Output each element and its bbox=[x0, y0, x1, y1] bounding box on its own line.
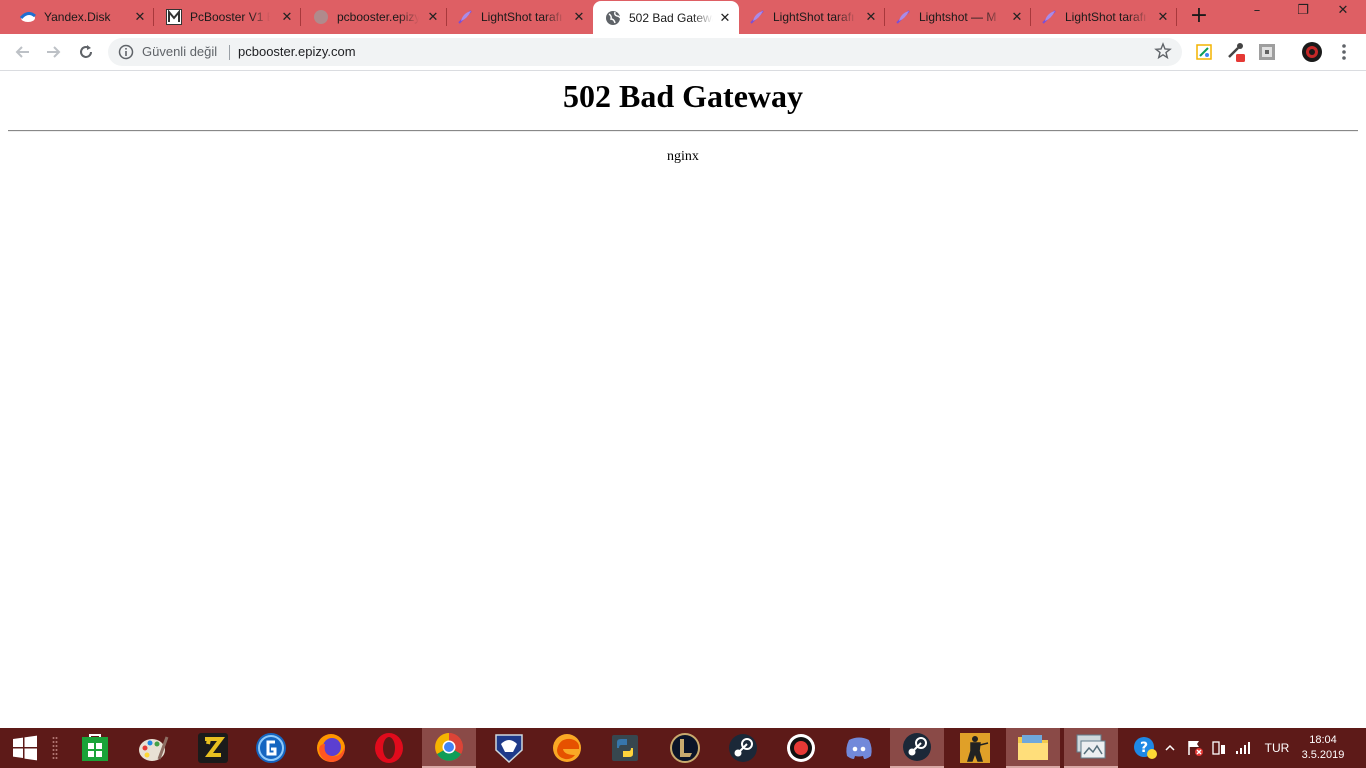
python-icon[interactable] bbox=[598, 728, 652, 768]
tab-pcbooster-mega[interactable]: PcBooster V1 B ✕ bbox=[154, 0, 301, 34]
extension-screenshot-icon[interactable] bbox=[1257, 42, 1277, 62]
url-text[interactable]: pcbooster.epizy.com bbox=[238, 44, 356, 59]
tab-title: LightShot tarafı bbox=[481, 10, 563, 24]
yandex-disk-icon bbox=[20, 9, 36, 25]
tab-title: LightShot tarafı bbox=[1065, 10, 1147, 24]
tab-title: Lightshot — M bbox=[919, 10, 997, 24]
task-view-grip[interactable] bbox=[48, 728, 62, 768]
page-content: 502 Bad Gateway nginx bbox=[0, 71, 1366, 728]
close-tab-icon[interactable]: ✕ bbox=[571, 9, 587, 25]
extension-eyedropper-icon[interactable] bbox=[1226, 42, 1246, 62]
microsoft-store-icon[interactable] bbox=[68, 728, 122, 768]
show-hidden-icons-chevron-icon[interactable] bbox=[1162, 728, 1178, 768]
tab-title: 502 Bad Gatewa bbox=[629, 10, 713, 25]
m-logo-icon bbox=[166, 9, 182, 25]
input-language[interactable]: TUR bbox=[1258, 728, 1296, 768]
back-button[interactable] bbox=[10, 40, 34, 64]
svg-text:?: ? bbox=[1140, 740, 1148, 756]
extension-translate-icon[interactable] bbox=[1194, 42, 1214, 62]
reload-icon bbox=[80, 45, 92, 58]
tab-lightshot-1[interactable]: LightShot tarafı ✕ bbox=[447, 0, 593, 34]
network-error-flag-icon[interactable] bbox=[1184, 728, 1206, 768]
tab-title: pcbooster.epizy bbox=[337, 10, 419, 24]
battery-plug-icon[interactable] bbox=[1208, 728, 1230, 768]
minimize-button[interactable]: – bbox=[1234, 0, 1280, 20]
address-bar[interactable]: Güvenli değil pcbooster.epizy.com bbox=[108, 38, 1182, 66]
reload-button[interactable] bbox=[74, 40, 98, 64]
chrome-icon[interactable] bbox=[422, 728, 476, 768]
recorder-icon[interactable] bbox=[774, 728, 828, 768]
back-arrow-icon bbox=[15, 46, 29, 58]
page-title: 502 Bad Gateway bbox=[563, 78, 803, 114]
steam-active-icon[interactable] bbox=[890, 728, 944, 768]
clock-time: 18:04 bbox=[1309, 734, 1337, 746]
discord-icon[interactable] bbox=[832, 728, 886, 768]
close-tab-icon[interactable]: ✕ bbox=[863, 9, 879, 25]
close-tab-icon[interactable]: ✕ bbox=[717, 10, 733, 26]
wifi-signal-icon[interactable] bbox=[1232, 728, 1254, 768]
firefox-icon[interactable] bbox=[304, 728, 358, 768]
server-name: nginx bbox=[667, 149, 699, 164]
tab-lightshot-4[interactable]: LightShot tarafı ✕ bbox=[1031, 0, 1177, 34]
file-explorer-icon[interactable] bbox=[1006, 728, 1060, 768]
close-tab-icon[interactable]: ✕ bbox=[1155, 9, 1171, 25]
feather-icon bbox=[895, 9, 911, 25]
tab-pcbooster-site[interactable]: pcbooster.epizy ✕ bbox=[301, 0, 447, 34]
remote-desktop-icon[interactable] bbox=[1064, 728, 1118, 768]
help-icon[interactable]: ? bbox=[1130, 728, 1160, 768]
tab-lightshot-2[interactable]: LightShot tarafı ✕ bbox=[739, 0, 885, 34]
security-status[interactable]: Güvenli değil bbox=[142, 44, 217, 59]
counter-strike-icon[interactable] bbox=[948, 728, 1002, 768]
feather-icon bbox=[749, 9, 765, 25]
info-icon[interactable] bbox=[118, 44, 134, 64]
edge-canary-icon[interactable] bbox=[540, 728, 594, 768]
bookmark-star-icon[interactable] bbox=[1154, 42, 1172, 64]
filezilla-icon[interactable] bbox=[186, 728, 240, 768]
feather-icon bbox=[457, 9, 473, 25]
browser-toolbar: Güvenli değil pcbooster.epizy.com bbox=[0, 34, 1366, 71]
clock[interactable]: 18:04 3.5.2019 bbox=[1298, 733, 1348, 763]
tab-yandex-disk[interactable]: Yandex.Disk ✕ bbox=[0, 0, 154, 34]
close-tab-icon[interactable]: ✕ bbox=[425, 9, 441, 25]
tab-title: LightShot tarafı bbox=[773, 10, 855, 24]
feather-icon bbox=[1041, 9, 1057, 25]
windows-logo-icon bbox=[13, 735, 37, 761]
close-window-button[interactable]: ✕ bbox=[1320, 0, 1366, 20]
tab-lightshot-3[interactable]: Lightshot — M ✕ bbox=[885, 0, 1031, 34]
rocket-league-icon[interactable] bbox=[482, 728, 536, 768]
tab-502-bad-gateway[interactable]: 502 Bad Gatewa ✕ bbox=[593, 1, 739, 34]
app-g-icon[interactable] bbox=[244, 728, 298, 768]
new-tab-button[interactable]: + bbox=[1188, 5, 1210, 28]
steam-icon[interactable] bbox=[716, 728, 770, 768]
tab-title: PcBooster V1 B bbox=[190, 10, 270, 24]
taskbar: ? TUR 18:04 3.5.2019 bbox=[0, 728, 1366, 768]
start-button[interactable] bbox=[0, 728, 50, 768]
horizontal-rule bbox=[8, 130, 1358, 132]
clock-date: 3.5.2019 bbox=[1301, 749, 1345, 761]
menu-kebab-icon[interactable] bbox=[1334, 42, 1354, 62]
close-tab-icon[interactable]: ✕ bbox=[279, 9, 295, 25]
forward-button[interactable] bbox=[42, 40, 66, 64]
profile-avatar-icon[interactable] bbox=[1302, 42, 1322, 62]
paint-icon[interactable] bbox=[126, 728, 180, 768]
tab-title: Yandex.Disk bbox=[44, 10, 111, 24]
globe-loading-icon bbox=[313, 9, 329, 25]
close-tab-icon[interactable]: ✕ bbox=[1009, 9, 1025, 25]
opera-icon[interactable] bbox=[362, 728, 416, 768]
league-of-legends-icon[interactable] bbox=[658, 728, 712, 768]
forward-arrow-icon bbox=[47, 46, 61, 58]
omnibox-divider bbox=[229, 45, 230, 60]
tab-separator bbox=[1176, 8, 1177, 26]
tab-strip: Yandex.Disk ✕ PcBooster V1 B ✕ pcbooster… bbox=[0, 0, 1366, 34]
globe-icon bbox=[605, 10, 621, 26]
close-tab-icon[interactable]: ✕ bbox=[132, 9, 148, 25]
